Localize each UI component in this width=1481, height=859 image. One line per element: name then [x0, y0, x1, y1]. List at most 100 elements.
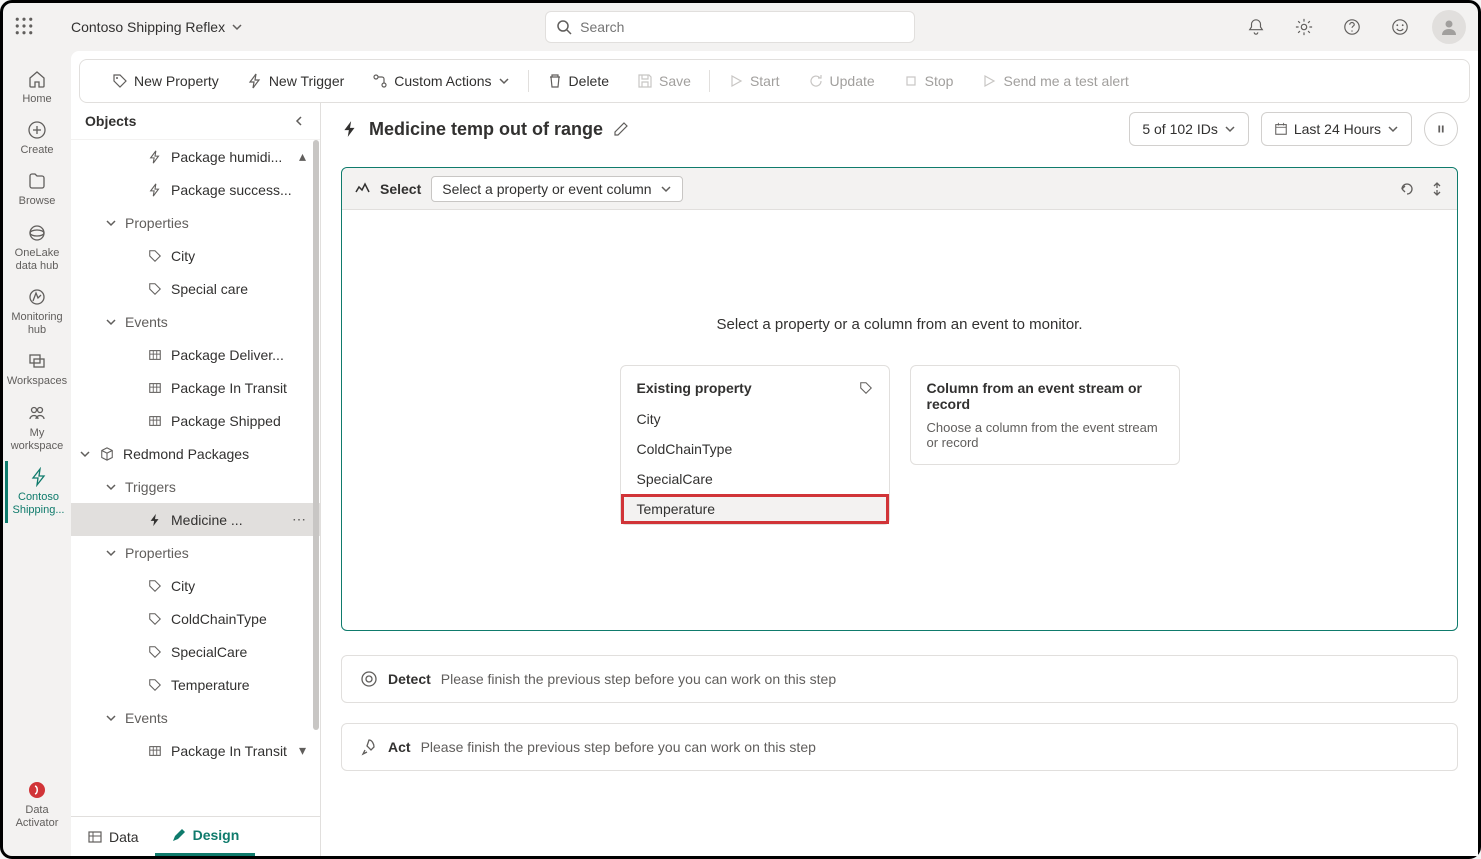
tree-item-event[interactable]: Package In Transit▾: [71, 734, 320, 767]
ids-filter-button[interactable]: 5 of 102 IDs: [1129, 112, 1249, 146]
more-icon[interactable]: ⋯: [292, 511, 306, 528]
tree-item-property[interactable]: Special care: [71, 272, 320, 305]
tag-icon: [147, 579, 163, 593]
act-message: Please finish the previous step before y…: [421, 739, 816, 755]
tree-item-package-group[interactable]: Redmond Packages: [71, 437, 320, 470]
nav-create[interactable]: Create: [5, 114, 69, 163]
tree-group-triggers[interactable]: Triggers: [71, 470, 320, 503]
chevron-down-icon: [498, 75, 510, 87]
event-column-desc: Choose a column from the event stream or…: [927, 420, 1163, 450]
objects-title: Objects: [85, 113, 136, 129]
new-property-button[interactable]: New Property: [98, 60, 233, 102]
tree-item-trigger-medicine[interactable]: Medicine ...⋯: [71, 503, 320, 536]
nav-onelake[interactable]: OneLake data hub: [5, 217, 69, 279]
tree-item-trigger[interactable]: Package humidi...▴: [71, 140, 320, 173]
caret-up-icon[interactable]: ▴: [299, 148, 306, 165]
refresh-icon: [808, 73, 824, 89]
nav-browse[interactable]: Browse: [5, 165, 69, 214]
topbar: Contoso Shipping Reflex: [3, 3, 1478, 51]
play-icon: [728, 73, 744, 89]
tag-icon: [112, 73, 128, 89]
tag-icon: [147, 612, 163, 626]
select-property-dropdown[interactable]: Select a property or event column: [431, 176, 682, 202]
chevron-down-icon: [105, 481, 119, 493]
collapse-icon[interactable]: [1429, 181, 1445, 197]
tree-group-events[interactable]: Events: [71, 701, 320, 734]
existing-property-card: Existing property City ColdChainType Spe…: [620, 365, 890, 525]
select-step-header: Select Select a property or event column: [342, 168, 1457, 210]
nav-data-activator[interactable]: Data Activator: [5, 774, 69, 836]
user-avatar[interactable]: [1432, 10, 1466, 44]
tree-group-events[interactable]: Events: [71, 305, 320, 338]
act-step-card: Act Please finish the previous step befo…: [341, 723, 1458, 771]
tree-item-property[interactable]: City: [71, 239, 320, 272]
tree-item-event[interactable]: Package Shipped: [71, 404, 320, 437]
table-icon: [147, 744, 163, 758]
pause-button[interactable]: [1424, 112, 1458, 146]
collapse-panel-icon[interactable]: [292, 114, 306, 128]
tree-item-property[interactable]: SpecialCare: [71, 635, 320, 668]
tree-item-event[interactable]: Package Deliver...: [71, 338, 320, 371]
tree-group-properties[interactable]: Properties: [71, 206, 320, 239]
toolbar-separator: [528, 70, 529, 92]
tree-item-property[interactable]: City: [71, 569, 320, 602]
nav-contoso-shipping[interactable]: Contoso Shipping...: [5, 461, 69, 523]
search-box[interactable]: [545, 11, 915, 43]
tag-icon: [147, 282, 163, 296]
property-option-temperature[interactable]: Temperature: [621, 494, 889, 524]
calendar-icon: [1274, 122, 1288, 136]
detect-message: Please finish the previous step before y…: [441, 671, 836, 687]
nav-my-workspace[interactable]: My workspace: [5, 397, 69, 459]
scrollbar-thumb[interactable]: [313, 140, 319, 730]
feedback-icon[interactable]: [1384, 11, 1416, 43]
objects-tree[interactable]: Package humidi...▴ Package success... Pr…: [71, 140, 320, 816]
pause-icon: [1434, 122, 1448, 136]
property-option[interactable]: SpecialCare: [621, 464, 889, 494]
tag-icon: [859, 381, 873, 395]
edit-icon[interactable]: [613, 121, 629, 137]
start-button: Start: [714, 60, 794, 102]
stop-icon: [903, 73, 919, 89]
pen-icon: [171, 827, 187, 843]
stop-button: Stop: [889, 60, 968, 102]
tree-group-properties[interactable]: Properties: [71, 536, 320, 569]
custom-actions-button[interactable]: Custom Actions: [358, 60, 523, 102]
nav-monitoring[interactable]: Monitoring hub: [5, 281, 69, 343]
notifications-icon[interactable]: [1240, 11, 1272, 43]
caret-down-icon[interactable]: ▾: [299, 742, 306, 759]
table-icon: [147, 348, 163, 362]
property-option[interactable]: City: [621, 404, 889, 434]
tree-item-event[interactable]: Package In Transit: [71, 371, 320, 404]
table-icon: [87, 829, 103, 845]
tree-item-trigger[interactable]: Package success...: [71, 173, 320, 206]
sparkline-icon: [354, 180, 372, 198]
delete-button[interactable]: Delete: [533, 60, 623, 102]
chevron-down-icon: [105, 217, 119, 229]
select-hint-text: Select a property or a column from an ev…: [716, 316, 1082, 333]
tree-item-property[interactable]: Temperature: [71, 668, 320, 701]
undo-icon[interactable]: [1399, 181, 1415, 197]
target-icon: [360, 670, 378, 688]
table-icon: [147, 414, 163, 428]
tree-item-property[interactable]: ColdChainType: [71, 602, 320, 635]
nav-workspaces[interactable]: Workspaces: [5, 345, 69, 394]
property-option[interactable]: ColdChainType: [621, 434, 889, 464]
settings-icon[interactable]: [1288, 11, 1320, 43]
help-icon[interactable]: [1336, 11, 1368, 43]
tab-design[interactable]: Design: [155, 817, 256, 856]
time-range-button[interactable]: Last 24 Hours: [1261, 112, 1412, 146]
tab-data[interactable]: Data: [71, 817, 155, 856]
app-launcher-icon[interactable]: [15, 17, 35, 37]
chevron-down-icon: [105, 316, 119, 328]
scrollbar[interactable]: [310, 140, 320, 816]
detect-step-card: Detect Please finish the previous step b…: [341, 655, 1458, 703]
event-column-card[interactable]: Column from an event stream or record Ch…: [910, 365, 1180, 465]
new-trigger-button[interactable]: New Trigger: [233, 60, 358, 102]
app-title-dropdown[interactable]: Contoso Shipping Reflex: [71, 19, 243, 35]
chevron-down-icon: [105, 712, 119, 724]
trash-icon: [547, 73, 563, 89]
nav-home[interactable]: Home: [5, 63, 69, 112]
send-test-button: Send me a test alert: [967, 60, 1142, 102]
objects-header: Objects: [71, 103, 320, 140]
search-input[interactable]: [580, 19, 904, 35]
